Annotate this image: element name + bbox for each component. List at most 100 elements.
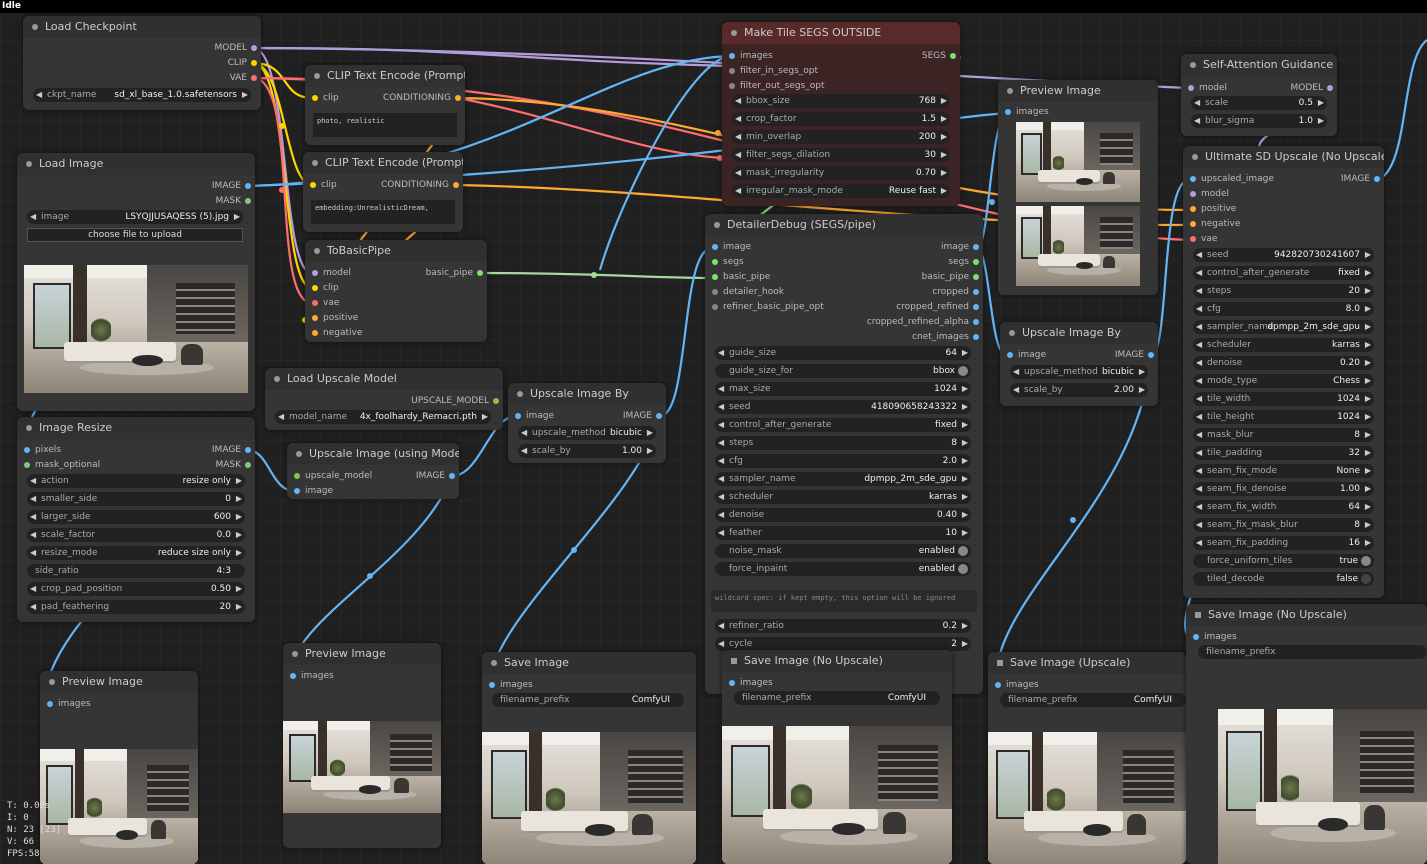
input-0[interactable]: upscaled_image	[1187, 172, 1274, 186]
output-basic-pipe[interactable]: basic_pipe	[426, 266, 483, 280]
prompt-textarea[interactable]: photo, realistic	[313, 113, 457, 137]
widget-15[interactable]: seam_fix_mask_blur8	[1193, 518, 1374, 532]
node-save-image[interactable]: Save Image images filename_prefix ComfyUI	[482, 652, 696, 864]
node-preview-image-top[interactable]: Preview Image images	[998, 80, 1158, 295]
widget-6[interactable]: cfg2.0	[715, 454, 971, 468]
widget-18[interactable]: tiled_decode false	[1193, 572, 1374, 586]
widget-16[interactable]: seam_fix_padding16	[1193, 536, 1374, 550]
filename-prefix-field[interactable]: filename_prefix ComfyUI	[734, 691, 940, 705]
wildcard-textarea[interactable]: wildcard spec: if kept empty, this optio…	[711, 590, 977, 612]
input-upscale-model[interactable]: upscale_model	[291, 469, 372, 483]
upload-button[interactable]: choose file to upload	[27, 228, 243, 242]
widget-2[interactable]: steps20	[1193, 284, 1374, 298]
widget-2[interactable]: min_overlap200	[732, 130, 950, 144]
node-to-basic-pipe[interactable]: ToBasicPipe model clip vae positive nega…	[305, 240, 487, 342]
input-image[interactable]: image	[1004, 348, 1046, 362]
output-3[interactable]: cropped	[932, 285, 979, 299]
output-mask[interactable]: MASK	[215, 458, 251, 472]
upscale-method-combo[interactable]: upscale_methodbicubic	[1010, 365, 1148, 379]
widget-2[interactable]: max_size1024	[715, 382, 971, 396]
input-2[interactable]: positive	[1187, 202, 1236, 216]
output-image[interactable]: IMAGE	[212, 443, 251, 457]
output-model[interactable]: MODEL	[215, 41, 257, 55]
input-images[interactable]: images	[44, 697, 91, 711]
widget-7[interactable]: sampler_namedpmpp_2m_sde_gpu	[715, 472, 971, 486]
widget-6[interactable]: crop_pad_position0.50	[27, 582, 245, 596]
widget-4[interactable]: control_after_generatefixed	[715, 418, 971, 432]
widget-7[interactable]: mode_typeChess	[1193, 374, 1374, 388]
input-images[interactable]: images	[287, 669, 334, 683]
output-0[interactable]: image	[941, 240, 979, 254]
widget-9[interactable]: tile_height1024	[1193, 410, 1374, 424]
input-positive[interactable]: positive	[309, 311, 358, 325]
node-ultimate-sd-upscale[interactable]: Ultimate SD Upscale (No Upscale) upscale…	[1183, 146, 1384, 598]
output-5[interactable]: cropped_refined_alpha	[867, 315, 979, 329]
output-mask[interactable]: MASK	[215, 194, 251, 208]
input-clip[interactable]: clip	[309, 91, 339, 105]
input-images[interactable]: images	[726, 676, 773, 690]
input-images[interactable]: images	[726, 49, 773, 63]
widget-10[interactable]: feather10	[715, 526, 971, 540]
model-name-combo[interactable]: model_name4x_foolhardy_Remacri.pth	[275, 410, 491, 424]
output-segs[interactable]: SEGS	[922, 49, 956, 63]
output-1[interactable]: segs	[948, 255, 979, 269]
sag-scale[interactable]: scale0.5	[1191, 96, 1327, 110]
widget-5[interactable]: irregular_mask_modeReuse fast	[732, 184, 950, 198]
input-2[interactable]: basic_pipe	[709, 270, 770, 284]
output-2[interactable]: basic_pipe	[922, 270, 979, 284]
output-image[interactable]: IMAGE	[212, 179, 251, 193]
input-negative[interactable]: negative	[309, 326, 362, 340]
widget-13[interactable]: seam_fix_denoise1.00	[1193, 482, 1374, 496]
input-mask-optional[interactable]: mask_optional	[21, 458, 100, 472]
node-clip-text-encode-positive[interactable]: CLIP Text Encode (Prompt) clip CONDITION…	[305, 65, 465, 145]
widget-1[interactable]: control_after_generatefixed	[1193, 266, 1374, 280]
widget-9[interactable]: denoise0.40	[715, 508, 971, 522]
widget-11[interactable]: tile_padding32	[1193, 446, 1374, 460]
input-images[interactable]: images	[1190, 630, 1237, 644]
widget-3[interactable]: filter_segs_dilation30	[732, 148, 950, 162]
output-conditioning[interactable]: CONDITIONING	[381, 178, 459, 192]
filename-prefix-field[interactable]: filename_prefix ComfyUI	[1000, 693, 1186, 707]
output-image[interactable]: IMAGE	[1341, 172, 1380, 186]
widget-5[interactable]: side_ratio 4:3	[27, 564, 245, 578]
input-images[interactable]: images	[486, 678, 533, 692]
input-filter-out-segs[interactable]: filter_out_segs_opt	[726, 79, 825, 93]
output-image[interactable]: IMAGE	[623, 409, 662, 423]
widget-0[interactable]: refiner_ratio0.2	[715, 619, 971, 633]
input-clip[interactable]: clip	[307, 178, 337, 192]
node-upscale-image-by-2[interactable]: Upscale Image By image IMAGE upscale_met…	[1000, 322, 1158, 406]
node-preview-image-left[interactable]: Preview Image images	[40, 671, 198, 864]
node-save-image-no-upscale-2[interactable]: Save Image (No Upscale) images filename_…	[1186, 604, 1427, 864]
input-image[interactable]: image	[291, 484, 333, 498]
node-image-resize[interactable]: Image Resize pixels mask_optional IMAGE …	[17, 417, 255, 622]
widget-14[interactable]: seam_fix_width64	[1193, 500, 1374, 514]
widget-7[interactable]: pad_feathering20	[27, 600, 245, 614]
input-1[interactable]: segs	[709, 255, 744, 269]
node-load-upscale-model[interactable]: Load Upscale Model UPSCALE_MODEL model_n…	[265, 368, 503, 430]
node-preview-image-mid[interactable]: Preview Image images	[283, 643, 441, 848]
output-upscale-model[interactable]: UPSCALE_MODEL	[411, 394, 499, 408]
widget-1[interactable]: cycle2	[715, 637, 971, 651]
node-upscale-using-model[interactable]: Upscale Image (using Model) upscale_mode…	[287, 443, 459, 499]
sag-blur-sigma[interactable]: blur_sigma1.0	[1191, 114, 1327, 128]
input-4[interactable]: refiner_basic_pipe_opt	[709, 300, 824, 314]
widget-0[interactable]: seed942820730241607	[1193, 248, 1374, 262]
widget-4[interactable]: mask_irregularity0.70	[732, 166, 950, 180]
scale-by-number[interactable]: scale_by1.00	[518, 444, 656, 458]
node-clip-text-encode-negative[interactable]: CLIP Text Encode (Prompt) clip CONDITION…	[303, 152, 463, 232]
node-upscale-image-by-1[interactable]: Upscale Image By image IMAGE upscale_met…	[508, 383, 666, 463]
filename-prefix-field[interactable]: filename_prefix	[1198, 645, 1427, 659]
input-clip[interactable]: clip	[309, 281, 339, 295]
input-filter-in-segs[interactable]: filter_in_segs_opt	[726, 64, 818, 78]
output-6[interactable]: cnet_images	[912, 330, 979, 344]
ckpt-name-combo[interactable]: ckpt_namesd_xl_base_1.0.safetensors	[33, 88, 251, 102]
output-4[interactable]: cropped_refined	[896, 300, 979, 314]
widget-3[interactable]: scale_factor0.0	[27, 528, 245, 542]
output-model[interactable]: MODEL	[1291, 81, 1333, 95]
widget-8[interactable]: schedulerkarras	[715, 490, 971, 504]
input-model[interactable]: model	[309, 266, 351, 280]
widget-11[interactable]: noise_mask enabled	[715, 544, 971, 558]
node-save-image-upscale[interactable]: Save Image (Upscale) images filename_pre…	[988, 652, 1186, 864]
widget-10[interactable]: mask_blur8	[1193, 428, 1374, 442]
output-image[interactable]: IMAGE	[1115, 348, 1154, 362]
